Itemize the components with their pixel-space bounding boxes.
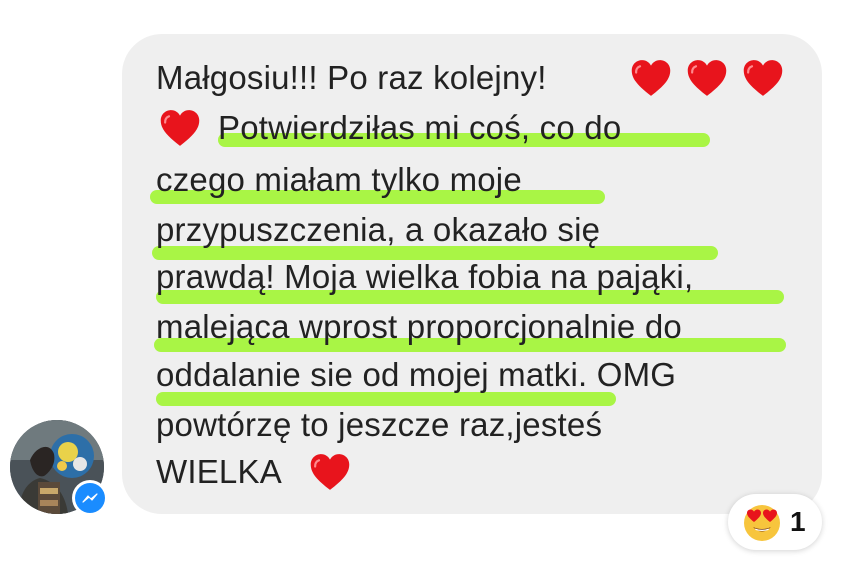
message-line-1: Małgosiu!!! Po raz kolejny!: [156, 59, 547, 96]
messenger-icon: [82, 493, 98, 503]
message-line-5: prawdą! Moja wielka fobia na pająki,: [156, 258, 694, 295]
message-line-6: malejąca wprost proporcjonalnie do: [156, 308, 682, 345]
message-line-9: WIELKA: [156, 453, 282, 490]
reaction-pill[interactable]: 1: [728, 494, 822, 550]
red-heart-icon: [631, 60, 671, 96]
message-line-8: powtórzę to jeszcze raz,jesteś: [156, 406, 603, 443]
reaction-count: 1: [790, 506, 806, 537]
message-line-4: przypuszczenia, a okazało się: [156, 211, 601, 248]
red-heart-icon: [160, 110, 200, 146]
red-heart-icon: [743, 60, 783, 96]
message-line-2: Potwierdziłas mi coś, co do: [218, 109, 622, 146]
heart-eyes-emoji-icon: [744, 505, 780, 541]
red-heart-icon: [310, 454, 350, 490]
message-line-3: czego miałam tylko moje: [156, 161, 522, 198]
red-heart-icon: [687, 60, 727, 96]
messenger-badge: [72, 480, 108, 516]
message-line-7: oddalanie sie od mojej matki. OMG: [156, 356, 677, 393]
